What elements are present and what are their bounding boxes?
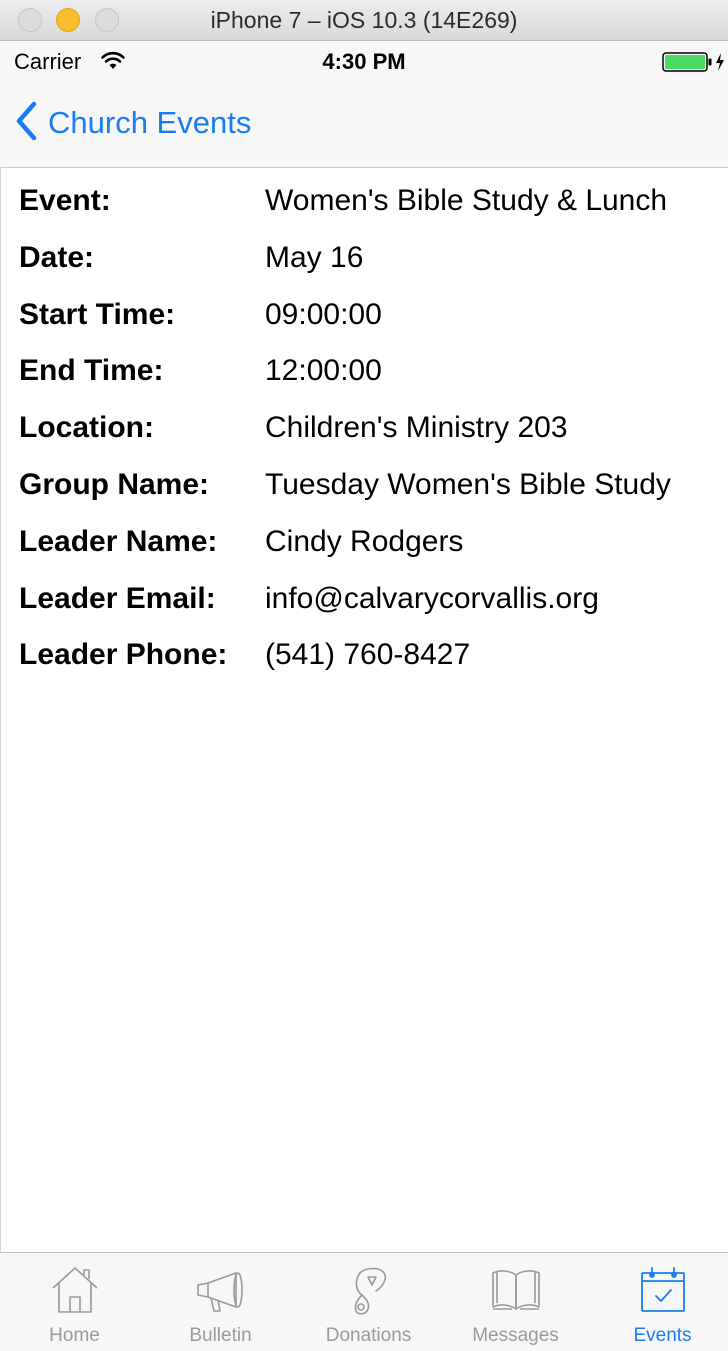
leader-phone-value: (541) 760-8427 — [265, 638, 471, 672]
detail-row-leader-phone: Leader Phone: (541) 760-8427 — [19, 630, 724, 687]
donation-icon — [346, 1265, 392, 1322]
event-details: Event: Women's Bible Study & Lunch Date:… — [19, 176, 724, 687]
leader-name-label: Leader Name: — [19, 524, 218, 558]
detail-row-date: Date: May 16 — [19, 233, 724, 290]
back-button[interactable]: Church Events — [14, 101, 251, 145]
tab-messages-label: Messages — [472, 1325, 559, 1346]
window-title: iPhone 7 – iOS 10.3 (14E269) — [210, 7, 518, 33]
battery-charging-icon — [662, 52, 728, 77]
tab-donations-label: Donations — [325, 1325, 412, 1346]
chevron-left-icon — [14, 101, 38, 146]
event-label: Event: — [19, 184, 111, 217]
start-time-value: 09:00:00 — [265, 297, 382, 331]
tab-events-label: Events — [633, 1325, 692, 1346]
date-label: Date: — [19, 240, 95, 274]
group-name-label: Group Name: — [19, 467, 210, 501]
calendar-icon — [638, 1265, 688, 1320]
tab-home-label: Home — [49, 1325, 100, 1346]
book-icon — [489, 1265, 543, 1320]
detail-row-end-time: End Time: 12:00:00 — [19, 346, 724, 403]
group-name-value: Tuesday Women's Bible Study — [265, 467, 671, 501]
tab-events[interactable]: Events — [590, 1253, 728, 1351]
leader-phone-label: Leader Phone: — [19, 638, 228, 672]
detail-row-event: Event: Women's Bible Study & Lunch — [19, 176, 724, 233]
navigation-bar: Carrier 4:30 PM Church Events — [0, 41, 728, 168]
tab-bulletin-label: Bulletin — [189, 1325, 252, 1346]
location-value: Children's Ministry 203 — [265, 411, 568, 445]
back-button-label: Church Events — [48, 105, 252, 140]
tab-donations[interactable]: Donations — [296, 1253, 441, 1351]
detail-row-start-time: Start Time: 09:00:00 — [19, 290, 724, 347]
megaphone-icon — [194, 1265, 248, 1320]
tab-messages[interactable]: Messages — [443, 1253, 588, 1351]
detail-row-group-name: Group Name: Tuesday Women's Bible Study — [19, 460, 724, 517]
tab-bar: Home Bulletin Donations Messages Events — [0, 1252, 728, 1351]
status-time: 4:30 PM — [322, 49, 406, 74]
home-icon — [50, 1265, 100, 1320]
end-time-label: End Time: — [19, 354, 164, 388]
start-time-label: Start Time: — [19, 297, 176, 331]
end-time-value: 12:00:00 — [265, 354, 382, 388]
location-label: Location: — [19, 411, 154, 445]
detail-row-leader-email: Leader Email: info@calvarycorvallis.org — [19, 574, 724, 631]
leader-email-label: Leader Email: — [19, 581, 216, 615]
tab-home[interactable]: Home — [2, 1253, 147, 1351]
leader-name-value: Cindy Rodgers — [265, 524, 464, 558]
tab-bulletin[interactable]: Bulletin — [148, 1253, 293, 1351]
leader-email-value: info@calvarycorvallis.org — [265, 581, 599, 615]
detail-row-location: Location: Children's Ministry 203 — [19, 403, 724, 460]
event-value: Women's Bible Study & Lunch — [265, 184, 668, 217]
simulator-title-bar: iPhone 7 – iOS 10.3 (14E269) — [0, 0, 728, 41]
date-value: May 16 — [265, 240, 364, 274]
detail-row-leader-name: Leader Name: Cindy Rodgers — [19, 517, 724, 574]
screen-edge-divider — [0, 167, 1, 1252]
